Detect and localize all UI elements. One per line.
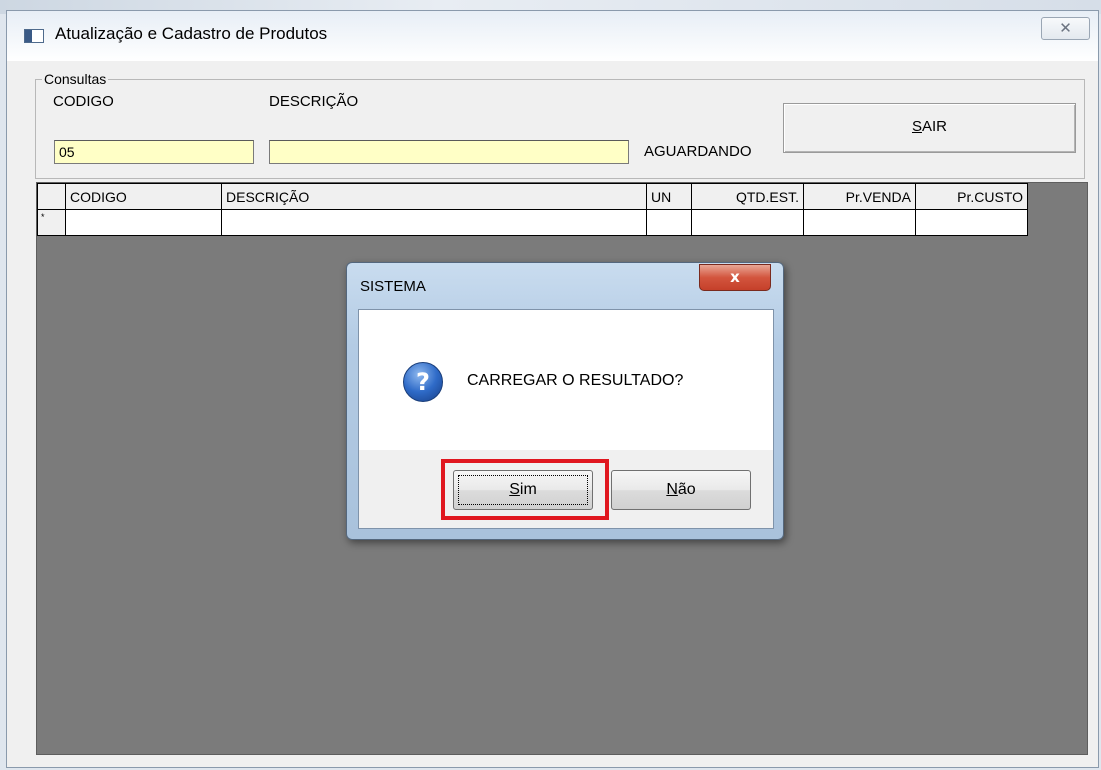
nao-label: ão [677, 481, 696, 498]
consultas-groupbox: Consultas CODIGO 05 DESCRIÇÃO AGUARDANDO… [35, 71, 1085, 179]
grid-header-row: CODIGO DESCRIÇÃO UN QTD.EST. Pr.VENDA Pr… [37, 183, 1028, 210]
row-header-corner [37, 183, 66, 210]
dialog-content: ? CARREGAR O RESULTADO? [359, 310, 773, 450]
table-cell[interactable] [915, 209, 1028, 236]
question-icon: ? [403, 362, 443, 402]
window-title: Atualização e Cadastro de Produtos [55, 24, 328, 43]
column-header-pr-custo[interactable]: Pr.CUSTO [915, 183, 1028, 210]
column-header-qtd-est[interactable]: QTD.EST. [691, 183, 804, 210]
status-text: AGUARDANDO [644, 143, 752, 160]
table-cell[interactable] [65, 209, 222, 236]
codigo-input[interactable]: 05 [54, 140, 254, 164]
table-cell[interactable] [221, 209, 647, 236]
descricao-input[interactable] [269, 140, 629, 164]
sair-label: AIR [922, 118, 948, 135]
column-header-descricao[interactable]: DESCRIÇÃO [221, 183, 647, 210]
dialog-message: CARREGAR O RESULTADO? [467, 372, 684, 389]
table-cell[interactable] [691, 209, 804, 236]
annotation-highlight-box [441, 459, 609, 520]
descricao-label: DESCRIÇÃO [269, 93, 359, 110]
dialog-close-button[interactable]: x [699, 264, 771, 291]
title-bar: Atualização e Cadastro de Produtos ✕ [7, 11, 1098, 61]
table-cell[interactable] [803, 209, 916, 236]
window-close-button[interactable]: ✕ [1041, 17, 1090, 40]
codigo-label: CODIGO [53, 93, 114, 110]
column-header-un[interactable]: UN [646, 183, 692, 210]
grid-new-row[interactable]: * [37, 209, 1028, 236]
new-row-indicator: * [37, 209, 66, 236]
sair-mnemonic: S [911, 118, 922, 135]
dialog-title: SISTEMA [360, 278, 426, 295]
sair-button[interactable]: SAIR [783, 103, 1076, 153]
column-header-codigo[interactable]: CODIGO [65, 183, 222, 210]
nao-button[interactable]: Não [611, 470, 751, 510]
nao-mnemonic: N [666, 481, 678, 498]
results-table: CODIGO DESCRIÇÃO UN QTD.EST. Pr.VENDA Pr… [37, 183, 1028, 236]
consultas-legend: Consultas [42, 71, 109, 87]
column-header-pr-venda[interactable]: Pr.VENDA [803, 183, 916, 210]
app-icon [24, 29, 44, 43]
table-cell[interactable] [646, 209, 692, 236]
